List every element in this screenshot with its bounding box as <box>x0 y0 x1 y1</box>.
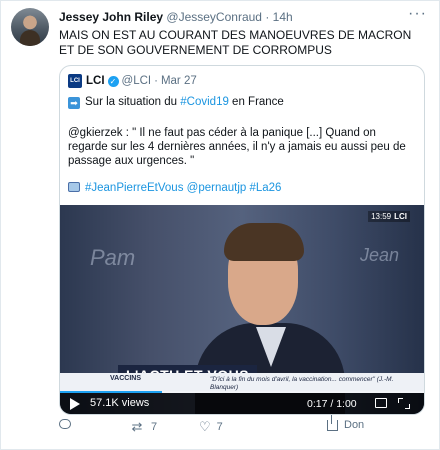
quote-author-handle: @LCI <box>121 75 152 87</box>
presenter-hair <box>224 223 304 261</box>
share-button[interactable]: Don <box>327 414 365 431</box>
more-options-icon[interactable]: ··· <box>408 5 427 23</box>
share-label: Don <box>344 419 365 431</box>
retweet-icon: ⇄ <box>131 419 143 434</box>
video-player[interactable]: Pam Jean 13:59LCI L'ACTU ET VOUS VACCINS… <box>60 205 424 414</box>
video-time: 0:17 / 1:00 <box>307 398 357 410</box>
like-button[interactable]: ♡ 7 <box>199 419 223 435</box>
fullscreen-icon[interactable] <box>398 398 410 409</box>
broadcast-clock: 13:59 <box>371 212 392 221</box>
studio-sign-left: Pam <box>90 245 136 270</box>
verified-badge-icon: ✓ <box>107 75 119 87</box>
tweet-time[interactable]: 14h <box>273 10 293 24</box>
retweet-button[interactable]: ⇄ 7 <box>129 419 158 435</box>
quote-author-name: LCI <box>86 75 105 87</box>
reply-icon <box>59 419 71 429</box>
play-icon[interactable] <box>70 398 80 410</box>
tweet-card[interactable]: Jessey John Riley @JesseyConraud · 14h ·… <box>0 0 440 450</box>
quote-line-1-text: Sur la situation du <box>85 96 181 108</box>
avatar[interactable] <box>11 8 49 46</box>
channel-bug: 13:59 LCI <box>368 211 410 222</box>
tweet-actions: ⇄ 7 ♡ 7 Don <box>59 414 429 437</box>
studio-sign-right: Jean <box>360 245 400 265</box>
hashtag-covid19[interactable]: #Covid19 <box>180 96 229 108</box>
tv-icon <box>68 182 80 192</box>
quote-hashtags-line: #JeanPierreEtVous @pernautjp #La26 <box>68 181 418 195</box>
quoted-tweet[interactable]: LCI ✓ @LCI · Mar 27 ➡ Sur la situation du… <box>59 65 425 415</box>
like-count: 7 <box>216 421 223 433</box>
ticker-text: "D'ici à la fin du mois d'avril, la vacc… <box>210 376 394 391</box>
news-ticker: VACCINS "D'ici à la fin du mois d'avril,… <box>60 373 424 393</box>
separator-dot: · <box>265 10 270 24</box>
quote-body: @gkierzek : " Il ne faut pas céder à la … <box>68 127 406 167</box>
share-icon <box>327 414 338 431</box>
ticker-label: VACCINS <box>110 375 141 382</box>
arrow-right-icon: ➡ <box>68 97 80 109</box>
settings-icon[interactable] <box>375 398 387 408</box>
video-controls: 57.1K views 0:17 / 1:00 <box>60 393 424 414</box>
heart-icon: ♡ <box>199 419 211 434</box>
channel-logo: LCI <box>394 212 407 221</box>
reply-button[interactable] <box>59 419 77 429</box>
tweet-header: Jessey John Riley @JesseyConraud · 14h <box>59 10 293 24</box>
quote-hashtags[interactable]: #JeanPierreEtVous @pernautjp #La26 <box>85 182 281 194</box>
author-name[interactable]: Jessey John Riley <box>59 10 163 24</box>
separator-dot: · <box>154 75 158 87</box>
author-handle[interactable]: @JesseyConraud <box>166 10 262 24</box>
quote-header: LCI ✓ @LCI · Mar 27 <box>68 74 197 88</box>
quote-line-1-suffix: en France <box>228 96 284 108</box>
lci-logo-icon <box>68 74 82 88</box>
view-count: 57.1K views <box>90 397 150 409</box>
retweet-count: 7 <box>151 421 158 433</box>
quote-date: Mar 27 <box>160 75 197 87</box>
quote-line-1: ➡ Sur la situation du #Covid19 en France <box>68 95 418 109</box>
tweet-text: MAIS ON EST AU COURANT DES MANOEUVRES DE… <box>59 28 412 57</box>
